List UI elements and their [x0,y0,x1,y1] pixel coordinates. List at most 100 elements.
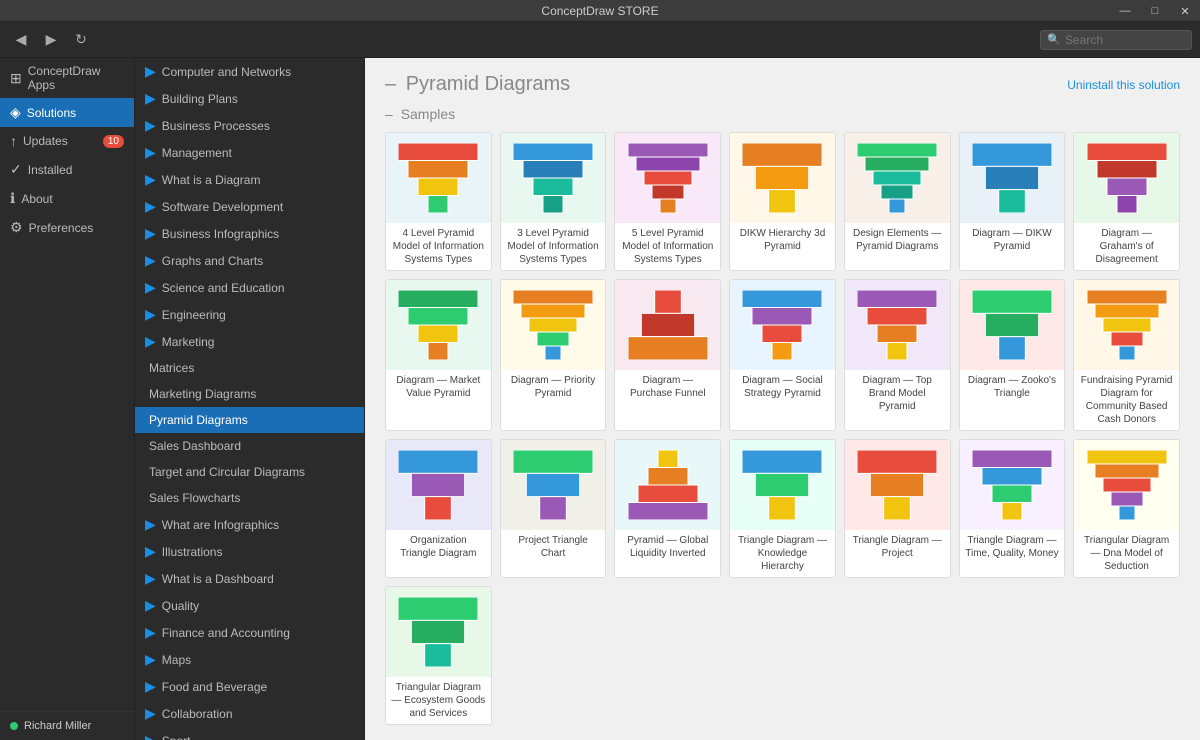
diagram-card[interactable]: Diagram — Top Brand Model Pyramid [844,279,951,431]
nav-software-dev[interactable]: ▶ Software Development [135,193,364,220]
back-button[interactable]: ◀ [8,27,34,53]
nav-what-is-diagram[interactable]: ▶ What is a Diagram [135,166,364,193]
pyramid-image [615,133,720,223]
arrow-icon: ▶ [145,543,156,560]
nav-sales-dashboard[interactable]: Sales Dashboard [135,433,364,459]
pyramid-image [615,440,720,530]
diagram-card[interactable]: Diagram — Purchase Funnel [614,279,721,431]
arrow-icon: ▶ [145,705,156,722]
diagram-thumbnail [386,440,491,530]
user-status-dot [10,722,18,730]
diagram-card[interactable]: Triangular Diagram — Dna Model of Seduct… [1073,439,1180,578]
nav-matrices[interactable]: Matrices [135,355,364,381]
nav-engineering[interactable]: ▶ Engineering [135,301,364,328]
nav-label: Sport [162,734,191,740]
diagram-thumbnail [845,133,950,223]
diagram-card[interactable]: Diagram — Market Value Pyramid [385,279,492,431]
diagram-card[interactable]: Diagram — Priority Pyramid [500,279,607,431]
nav-what-is-dashboard[interactable]: ▶ What is a Dashboard [135,565,364,592]
diagram-card[interactable]: Triangle Diagram — Knowledge Hierarchy [729,439,836,578]
nav-building-plans[interactable]: ▶ Building Plans [135,85,364,112]
diagram-card[interactable]: Triangle Diagram — Time, Quality, Money [959,439,1066,578]
diagram-card[interactable]: 4 Level Pyramid Model of Information Sys… [385,132,492,271]
arrow-icon: ▶ [145,732,156,740]
nav-pyramid-diagrams[interactable]: Pyramid Diagrams [135,407,364,433]
pyramid-image [845,133,950,223]
diagram-card[interactable]: Design Elements — Pyramid Diagrams [844,132,951,271]
diagram-card[interactable]: Triangle Diagram — Project [844,439,951,578]
sidebar-item-updates[interactable]: ↑ Updates 10 [0,127,134,155]
diagram-card[interactable]: Triangular Diagram — Ecosystem Goods and… [385,586,492,725]
pyramid-image [960,280,1065,370]
diagram-card[interactable]: Organization Triangle Diagram [385,439,492,578]
diagram-card[interactable]: Project Triangle Chart [500,439,607,578]
diagram-card[interactable]: Diagram — Zooko's Triangle [959,279,1066,431]
diagram-card[interactable]: Pyramid — Global Liquidity Inverted [614,439,721,578]
main-layout: ⊞ ConceptDraw Apps ◈ Solutions ↑ Updates… [0,58,1200,740]
toolbar: ◀ ▶ ↻ 🔍 [0,22,1200,58]
nav-marketing-diagrams[interactable]: Marketing Diagrams [135,381,364,407]
diagram-card[interactable]: Fundraising Pyramid Diagram for Communit… [1073,279,1180,431]
diagram-card[interactable]: Diagram — Graham's of Disagreement [1073,132,1180,271]
nav-sport[interactable]: ▶ Sport [135,727,364,740]
nav-business-infographics[interactable]: ▶ Business Infographics [135,220,364,247]
nav-collaboration[interactable]: ▶ Collaboration [135,700,364,727]
content-header: – Pyramid Diagrams Uninstall this soluti… [385,73,1180,96]
user-info: Richard Miller [0,711,134,740]
diagram-card[interactable]: 3 Level Pyramid Model of Information Sys… [500,132,607,271]
forward-button[interactable]: ▶ [38,27,64,53]
diagram-label: Organization Triangle Diagram [386,530,491,564]
nav-finance-accounting[interactable]: ▶ Finance and Accounting [135,619,364,646]
diagram-label: Diagram — Top Brand Model Pyramid [845,370,950,417]
diagram-label: Triangular Diagram — Dna Model of Seduct… [1074,530,1179,577]
nav-computer-networks[interactable]: ▶ Computer and Networks [135,58,364,85]
diagram-card[interactable]: 5 Level Pyramid Model of Information Sys… [614,132,721,271]
content-area: – Pyramid Diagrams Uninstall this soluti… [365,58,1200,740]
pyramid-image [615,280,720,370]
sidebar-item-apps-label: ConceptDraw Apps [28,64,124,92]
sidebar-item-preferences[interactable]: ⚙ Preferences [0,213,134,242]
arrow-icon: ▶ [145,144,156,161]
page-title: – Pyramid Diagrams [385,73,574,96]
nav-label: Building Plans [162,92,238,106]
diagram-label: Diagram — Graham's of Disagreement [1074,223,1179,270]
close-button[interactable]: ✕ [1170,0,1200,22]
nav-marketing[interactable]: ▶ Marketing [135,328,364,355]
diagram-card[interactable]: Diagram — Social Strategy Pyramid [729,279,836,431]
nav-illustrations[interactable]: ▶ Illustrations [135,538,364,565]
sidebar: ⊞ ConceptDraw Apps ◈ Solutions ↑ Updates… [0,58,135,740]
diagram-label: Diagram — Priority Pyramid [501,370,606,404]
refresh-button[interactable]: ↻ [68,27,94,53]
nav-label: Marketing [162,335,215,349]
diagram-label: Triangle Diagram — Project [845,530,950,564]
nav-management[interactable]: ▶ Management [135,139,364,166]
pyramid-image [501,133,606,223]
diagram-card[interactable]: Diagram — DIKW Pyramid [959,132,1066,271]
nav-label: Science and Education [162,281,285,295]
nav-maps[interactable]: ▶ Maps [135,646,364,673]
nav-sales-flowcharts[interactable]: Sales Flowcharts [135,485,364,511]
nav-graphs-charts[interactable]: ▶ Graphs and Charts [135,247,364,274]
diagram-thumbnail [386,133,491,223]
search-icon: 🔍 [1047,33,1061,46]
nav-science-education[interactable]: ▶ Science and Education [135,274,364,301]
sidebar-item-solutions[interactable]: ◈ Solutions [0,98,134,127]
diagram-thumbnail [960,133,1065,223]
uninstall-link[interactable]: Uninstall this solution [1067,78,1180,92]
sidebar-item-installed[interactable]: ✓ Installed [0,155,134,184]
diagram-card[interactable]: DIKW Hierarchy 3d Pyramid [729,132,836,271]
nav-infographics[interactable]: ▶ What are Infographics [135,511,364,538]
nav-business-processes[interactable]: ▶ Business Processes [135,112,364,139]
nav-label: Finance and Accounting [162,626,290,640]
diagram-label: Diagram — Purchase Funnel [615,370,720,404]
arrow-icon: ▶ [145,624,156,641]
nav-food-beverage[interactable]: ▶ Food and Beverage [135,673,364,700]
nav-target-circular[interactable]: Target and Circular Diagrams [135,459,364,485]
minimize-button[interactable]: — [1110,0,1140,22]
search-input[interactable] [1065,33,1185,47]
nav-quality[interactable]: ▶ Quality [135,592,364,619]
sidebar-item-apps[interactable]: ⊞ ConceptDraw Apps [0,58,134,98]
maximize-button[interactable]: □ [1140,0,1170,22]
nav-label: Computer and Networks [162,65,291,79]
sidebar-item-about[interactable]: ℹ About [0,184,134,213]
